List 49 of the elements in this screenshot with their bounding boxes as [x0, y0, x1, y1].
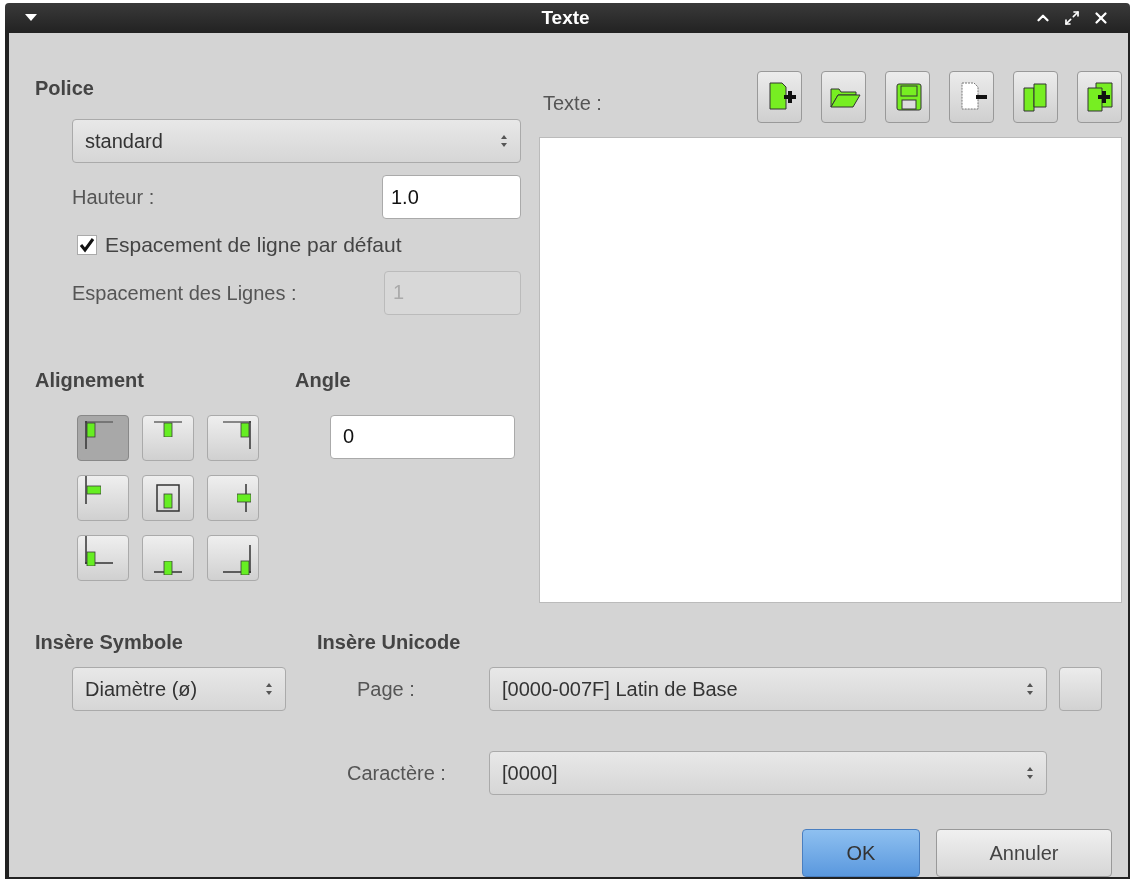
- section-heading: Alignement: [35, 367, 145, 393]
- checkbox[interactable]: [77, 234, 97, 255]
- symbol-select[interactable]: Diamètre (ø): [72, 667, 286, 711]
- field-label: Espacement des Lignes :: [72, 280, 297, 306]
- alignment-icon: [223, 420, 251, 449]
- alignment-icon: [154, 560, 182, 575]
- section-heading: Insère Unicode: [317, 630, 462, 655]
- checkmark-icon: [79, 236, 95, 253]
- field-label: Page :: [357, 677, 416, 702]
- toolbar-button[interactable]: [1077, 71, 1122, 123]
- alignment-icon: [85, 535, 113, 566]
- cancel-button[interactable]: Annuler: [936, 829, 1112, 877]
- section-heading: Insère Symbole: [35, 630, 184, 655]
- alignment-icon: [85, 420, 113, 449]
- spinner-arrows-icon: [1026, 682, 1034, 696]
- angle-field[interactable]: 0: [330, 414, 515, 459]
- text-label: Texte :: [543, 91, 602, 116]
- alignment-button[interactable]: [142, 414, 194, 461]
- field-label: Caractère :: [347, 761, 447, 786]
- alignment-button[interactable]: [207, 534, 259, 581]
- maximize-icon[interactable]: [1064, 10, 1080, 26]
- alignment-button[interactable]: [207, 414, 259, 461]
- alignment-button[interactable]: [142, 534, 194, 581]
- window-title: Texte: [540, 5, 591, 30]
- close-icon[interactable]: [1092, 9, 1110, 27]
- alignment-icon: [85, 475, 101, 504]
- character-select[interactable]: [0000]: [489, 751, 1047, 795]
- font-select[interactable]: standard: [72, 119, 521, 163]
- toolbar-button[interactable]: [757, 71, 802, 123]
- alignment-button[interactable]: [142, 474, 194, 521]
- spinner-arrows-icon: [1026, 766, 1034, 780]
- section-heading: Police: [35, 76, 95, 101]
- checkbox-label: Espacement de ligne par défaut: [105, 232, 402, 258]
- field-label: Hauteur :: [72, 185, 155, 210]
- spinner-arrows-icon: [265, 682, 273, 696]
- section-heading: Angle: [295, 367, 352, 393]
- spinner-arrows-icon: [500, 134, 508, 148]
- menu-triangle-icon[interactable]: [25, 14, 37, 22]
- page-select[interactable]: [0000-007F] Latin de Base: [489, 667, 1047, 711]
- alignment-button[interactable]: [77, 474, 129, 521]
- alignment-icon: [223, 544, 251, 575]
- alignment-button[interactable]: [207, 474, 259, 521]
- height-field[interactable]: 1.0: [382, 175, 521, 219]
- alignment-icon: [237, 483, 251, 512]
- alignment-button[interactable]: [77, 414, 129, 461]
- alignment-button[interactable]: [77, 534, 129, 581]
- alignment-icon: [154, 420, 182, 437]
- ok-button[interactable]: OK: [802, 829, 920, 877]
- alignment-icon: [156, 483, 180, 512]
